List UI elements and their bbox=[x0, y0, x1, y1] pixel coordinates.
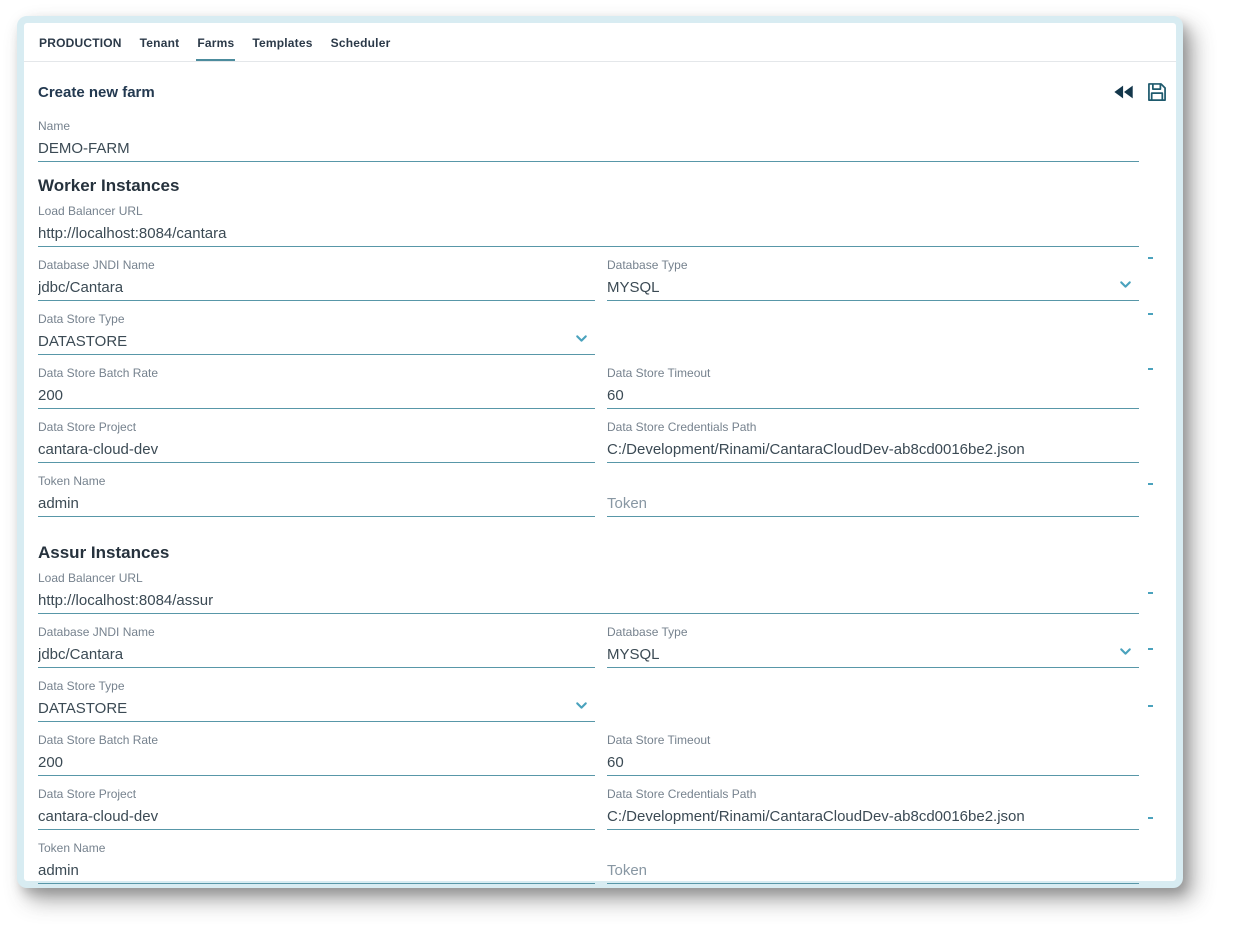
tab-bar: PRODUCTION Tenant Farms Templates Schedu… bbox=[24, 23, 1176, 62]
header-actions bbox=[1113, 81, 1168, 103]
form-content: Create new farm Name bbox=[24, 82, 1176, 893]
worker-jndi-input[interactable] bbox=[38, 279, 595, 296]
tab-tenant[interactable]: Tenant bbox=[139, 36, 181, 61]
dash-mark bbox=[1148, 483, 1153, 485]
worker-token-field bbox=[607, 475, 1139, 517]
worker-load-balancer-field: Load Balancer URL bbox=[38, 205, 1139, 247]
chevron-down-icon bbox=[573, 330, 590, 347]
worker-project-input[interactable] bbox=[38, 441, 595, 458]
worker-token-input[interactable] bbox=[607, 495, 1139, 512]
farm-form-card: PRODUCTION Tenant Farms Templates Schedu… bbox=[17, 16, 1183, 888]
assur-db-type-select[interactable]: Database Type MYSQL bbox=[607, 626, 1139, 668]
empty-cell bbox=[607, 313, 1139, 355]
name-field: Name bbox=[38, 120, 1139, 162]
project-label: Data Store Project bbox=[38, 421, 595, 434]
batch-rate-label: Data Store Batch Rate bbox=[38, 734, 595, 747]
worker-credentials-input[interactable] bbox=[607, 441, 1139, 458]
save-floppy-icon bbox=[1146, 81, 1168, 103]
chevron-down-icon bbox=[1117, 643, 1134, 660]
db-type-label: Database Type bbox=[607, 626, 1139, 639]
ds-type-label: Data Store Type bbox=[38, 680, 595, 693]
assur-credentials-input[interactable] bbox=[607, 808, 1139, 825]
save-button[interactable] bbox=[1146, 81, 1168, 103]
worker-timeout-input[interactable] bbox=[607, 387, 1139, 404]
token-name-label: Token Name bbox=[38, 842, 595, 855]
dash-mark bbox=[1148, 313, 1153, 315]
dash-mark bbox=[1148, 368, 1153, 370]
name-input[interactable] bbox=[38, 140, 1139, 157]
worker-batch-rate-input[interactable] bbox=[38, 387, 595, 404]
dash-mark bbox=[1148, 817, 1153, 819]
back-button[interactable] bbox=[1113, 81, 1135, 103]
assur-credentials-field: Data Store Credentials Path bbox=[607, 788, 1139, 830]
name-label: Name bbox=[38, 120, 1139, 133]
worker-load-balancer-input[interactable] bbox=[38, 225, 1139, 242]
dash-mark bbox=[1148, 705, 1153, 707]
jndi-label: Database JNDI Name bbox=[38, 626, 595, 639]
worker-batch-rate-field: Data Store Batch Rate bbox=[38, 367, 595, 409]
dash-mark bbox=[1148, 592, 1153, 594]
dash-mark bbox=[1148, 648, 1153, 650]
db-type-label: Database Type bbox=[607, 259, 1139, 272]
worker-credentials-field: Data Store Credentials Path bbox=[607, 421, 1139, 463]
assur-token-name-field: Token Name bbox=[38, 842, 595, 884]
token-label-slot bbox=[607, 842, 1139, 855]
section-title-assur: Assur Instances bbox=[38, 543, 1139, 563]
timeout-label: Data Store Timeout bbox=[607, 734, 1139, 747]
page-header: Create new farm bbox=[38, 82, 1168, 102]
db-type-value: MYSQL bbox=[607, 279, 1139, 296]
chevron-down-icon bbox=[573, 697, 590, 714]
batch-rate-label: Data Store Batch Rate bbox=[38, 367, 595, 380]
worker-ds-type-select[interactable]: Data Store Type DATASTORE bbox=[38, 313, 595, 355]
dash-mark bbox=[1148, 257, 1153, 259]
assur-load-balancer-input[interactable] bbox=[38, 592, 1139, 609]
assur-batch-rate-input[interactable] bbox=[38, 754, 595, 771]
worker-db-type-select[interactable]: Database Type MYSQL bbox=[607, 259, 1139, 301]
ds-type-label: Data Store Type bbox=[38, 313, 595, 326]
assur-project-input[interactable] bbox=[38, 808, 595, 825]
chevron-down-icon bbox=[1117, 276, 1134, 293]
assur-project-field: Data Store Project bbox=[38, 788, 595, 830]
assur-timeout-input[interactable] bbox=[607, 754, 1139, 771]
project-label: Data Store Project bbox=[38, 788, 595, 801]
worker-token-name-field: Token Name bbox=[38, 475, 595, 517]
assur-token-input[interactable] bbox=[607, 862, 1139, 879]
ds-type-value: DATASTORE bbox=[38, 700, 595, 717]
assur-batch-rate-field: Data Store Batch Rate bbox=[38, 734, 595, 776]
load-balancer-label: Load Balancer URL bbox=[38, 572, 1139, 585]
assur-jndi-field: Database JNDI Name bbox=[38, 626, 595, 668]
tab-templates[interactable]: Templates bbox=[251, 36, 313, 61]
assur-ds-type-select[interactable]: Data Store Type DATASTORE bbox=[38, 680, 595, 722]
worker-token-name-input[interactable] bbox=[38, 495, 595, 512]
token-name-label: Token Name bbox=[38, 475, 595, 488]
worker-timeout-field: Data Store Timeout bbox=[607, 367, 1139, 409]
token-label-slot bbox=[607, 475, 1139, 488]
page-title: Create new farm bbox=[38, 84, 155, 101]
empty-cell bbox=[607, 680, 1139, 722]
tab-farms[interactable]: Farms bbox=[196, 36, 235, 61]
assur-timeout-field: Data Store Timeout bbox=[607, 734, 1139, 776]
credentials-label: Data Store Credentials Path bbox=[607, 421, 1139, 434]
db-type-value: MYSQL bbox=[607, 646, 1139, 663]
assur-token-name-input[interactable] bbox=[38, 862, 595, 879]
timeout-label: Data Store Timeout bbox=[607, 367, 1139, 380]
assur-token-field bbox=[607, 842, 1139, 884]
ds-type-value: DATASTORE bbox=[38, 333, 595, 350]
fast-rewind-icon bbox=[1113, 81, 1135, 103]
worker-jndi-field: Database JNDI Name bbox=[38, 259, 595, 301]
tab-scheduler[interactable]: Scheduler bbox=[330, 36, 392, 61]
credentials-label: Data Store Credentials Path bbox=[607, 788, 1139, 801]
section-title-worker: Worker Instances bbox=[38, 176, 1139, 196]
jndi-label: Database JNDI Name bbox=[38, 259, 595, 272]
assur-load-balancer-field: Load Balancer URL bbox=[38, 572, 1139, 614]
load-balancer-label: Load Balancer URL bbox=[38, 205, 1139, 218]
worker-project-field: Data Store Project bbox=[38, 421, 595, 463]
assur-jndi-input[interactable] bbox=[38, 646, 595, 663]
tab-production[interactable]: PRODUCTION bbox=[38, 36, 123, 61]
